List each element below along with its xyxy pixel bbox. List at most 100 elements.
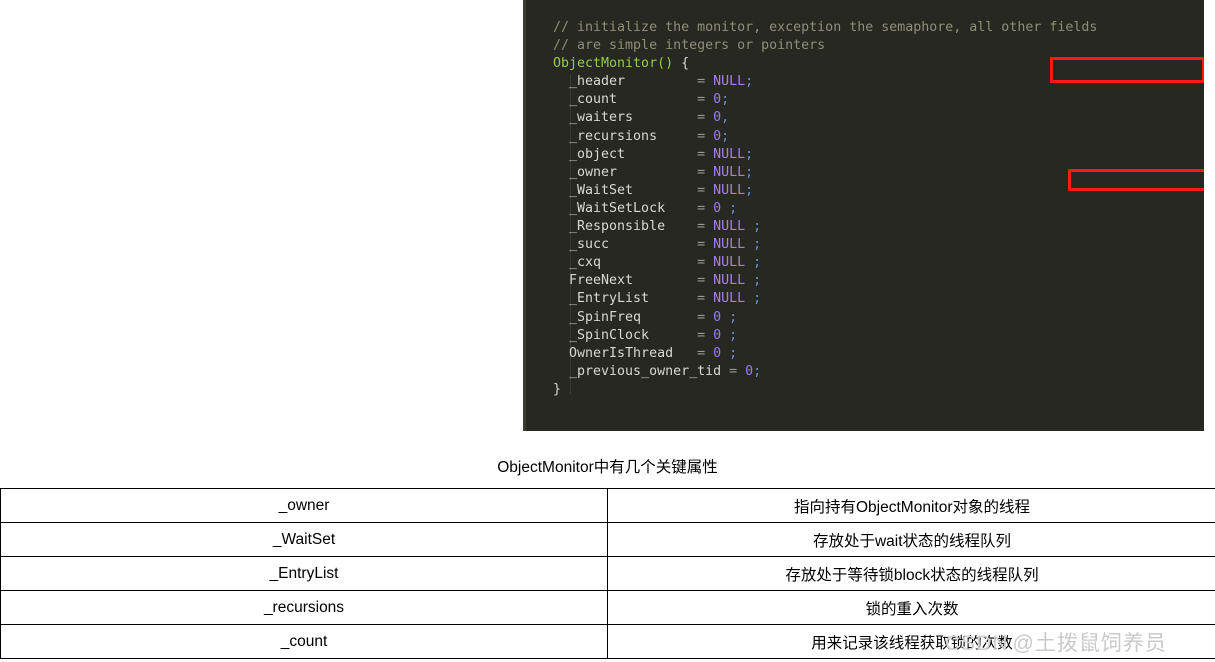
code-field-value: NULL: [713, 182, 746, 198]
code-equals-operator: =: [697, 164, 714, 180]
code-punctuation: ;: [721, 309, 738, 325]
code-punctuation: ;: [721, 345, 738, 361]
code-line: _recursions = 0;: [553, 128, 1097, 146]
code-equals-operator: =: [697, 74, 714, 90]
code-equals-operator: =: [697, 237, 714, 253]
code-field-value: 0: [713, 92, 722, 108]
code-punctuation: ;: [721, 327, 738, 343]
code-field-value: NULL: [713, 291, 746, 307]
code-field-name: _succ: [553, 237, 698, 253]
code-field-name: _owner: [553, 164, 698, 180]
code-punctuation: ;: [721, 128, 730, 144]
code-equals-operator: =: [697, 146, 714, 162]
code-punctuation: ,: [721, 110, 730, 126]
code-line: _Responsible = NULL ;: [553, 218, 1097, 236]
code-line: _WaitSetLock = 0 ;: [553, 200, 1097, 218]
code-equals-operator: =: [697, 273, 714, 289]
code-line: FreeNext = NULL ;: [553, 272, 1097, 290]
attribute-description-cell: 存放处于wait状态的线程队列: [607, 522, 1215, 557]
code-line: _succ = NULL ;: [553, 236, 1097, 254]
table-row: _WaitSet 存放处于wait状态的线程队列: [0, 522, 1215, 557]
code-field-value: 0: [713, 345, 722, 361]
code-punctuation: ;: [745, 182, 754, 198]
code-field-name: _header: [553, 74, 698, 90]
code-equals-operator: =: [697, 309, 714, 325]
code-equals-operator: =: [697, 128, 714, 144]
code-field-value: 0: [713, 128, 722, 144]
code-block: // initialize the monitor, exception the…: [523, 0, 1204, 431]
code-field-name: _waiters: [553, 110, 698, 126]
attribute-name-cell: _recursions: [0, 590, 608, 625]
code-line: _waiters = 0,: [553, 109, 1097, 127]
code-equals-operator: =: [729, 363, 746, 379]
code-field-value: NULL: [713, 219, 746, 235]
code-punctuation: ;: [721, 92, 730, 108]
code-field-name: FreeNext: [553, 273, 698, 289]
code-comment: // are simple integers or pointers: [553, 38, 826, 54]
code-punctuation: ;: [745, 237, 762, 253]
code-line: _object = NULL;: [553, 146, 1097, 164]
code-function-name: ObjectMonitor(): [553, 56, 674, 72]
code-punctuation: ;: [745, 74, 754, 90]
code-line: _owner = NULL;: [553, 164, 1097, 182]
code-field-name: _WaitSetLock: [553, 200, 698, 216]
code-equals-operator: =: [697, 219, 714, 235]
code-field-value: 0: [745, 363, 754, 379]
code-field-name: _SpinFreq: [553, 309, 698, 325]
attribute-name-cell: _owner: [0, 488, 608, 523]
code-equals-operator: =: [697, 110, 714, 126]
table-row: _owner 指向持有ObjectMonitor对象的线程: [0, 488, 1215, 523]
code-line: _EntryList = NULL ;: [553, 290, 1097, 308]
attributes-table: _owner 指向持有ObjectMonitor对象的线程 _WaitSet 存放处于…: [0, 488, 1215, 659]
code-punctuation: ;: [745, 164, 754, 180]
code-field-name: _count: [553, 92, 698, 108]
code-field-value: 0: [713, 309, 722, 325]
code-gutter-edge: [523, 0, 526, 431]
code-field-name: _Responsible: [553, 219, 698, 235]
attribute-description-cell: 指向持有ObjectMonitor对象的线程: [607, 488, 1215, 523]
code-equals-operator: =: [697, 200, 714, 216]
code-field-value: NULL: [713, 255, 746, 271]
attribute-name-cell: _WaitSet: [0, 522, 608, 557]
code-comment: // initialize the monitor, exception the…: [553, 20, 1098, 35]
code-punctuation: ;: [745, 146, 754, 162]
code-line: OwnerIsThread = 0 ;: [553, 345, 1097, 363]
code-field-value: NULL: [713, 146, 746, 162]
code-equals-operator: =: [697, 327, 714, 343]
code-line: ObjectMonitor() {: [553, 55, 1097, 73]
table-row: _count 用来记录该线程获取锁的次数: [0, 624, 1215, 659]
attribute-description-cell: 锁的重入次数: [607, 590, 1215, 625]
code-line: }: [553, 381, 1097, 399]
code-line: _SpinClock = 0 ;: [553, 327, 1097, 345]
code-equals-operator: =: [697, 345, 714, 361]
table-row: _EntryList 存放处于等待锁block状态的线程队列: [0, 556, 1215, 591]
code-field-name: _recursions: [553, 128, 698, 144]
code-lines: // initialize the monitor, exception the…: [553, 19, 1097, 399]
code-field-name: _SpinClock: [553, 327, 698, 343]
code-punctuation: ;: [745, 219, 762, 235]
code-field-value: NULL: [713, 237, 746, 253]
code-line: _count = 0;: [553, 91, 1097, 109]
code-field-value: 0: [713, 200, 722, 216]
attribute-name-cell: _count: [0, 624, 608, 659]
code-field-name: _previous_owner_tid: [553, 363, 730, 379]
figure-caption: ObjectMonitor中有几个关键属性: [497, 459, 718, 476]
code-line: _cxq = NULL ;: [553, 254, 1097, 272]
code-equals-operator: =: [697, 182, 714, 198]
code-line: _previous_owner_tid = 0;: [553, 363, 1097, 381]
code-punctuation: ;: [745, 291, 762, 307]
code-brace: {: [673, 56, 690, 72]
code-line: _WaitSet = NULL;: [553, 182, 1097, 200]
code-punctuation: ;: [745, 255, 762, 271]
code-field-value: 0: [713, 110, 722, 126]
code-brace: }: [553, 381, 562, 397]
annotation-box-constructor: [1050, 57, 1204, 83]
code-field-value: 0: [713, 327, 722, 343]
attribute-description-cell: 存放处于等待锁block状态的线程队列: [607, 556, 1215, 591]
code-line: _header = NULL;: [553, 73, 1097, 91]
code-punctuation: ;: [721, 200, 738, 216]
code-field-value: NULL: [713, 164, 746, 180]
code-line: // are simple integers or pointers: [553, 37, 1097, 55]
code-equals-operator: =: [697, 291, 714, 307]
code-line: _SpinFreq = 0 ;: [553, 309, 1097, 327]
